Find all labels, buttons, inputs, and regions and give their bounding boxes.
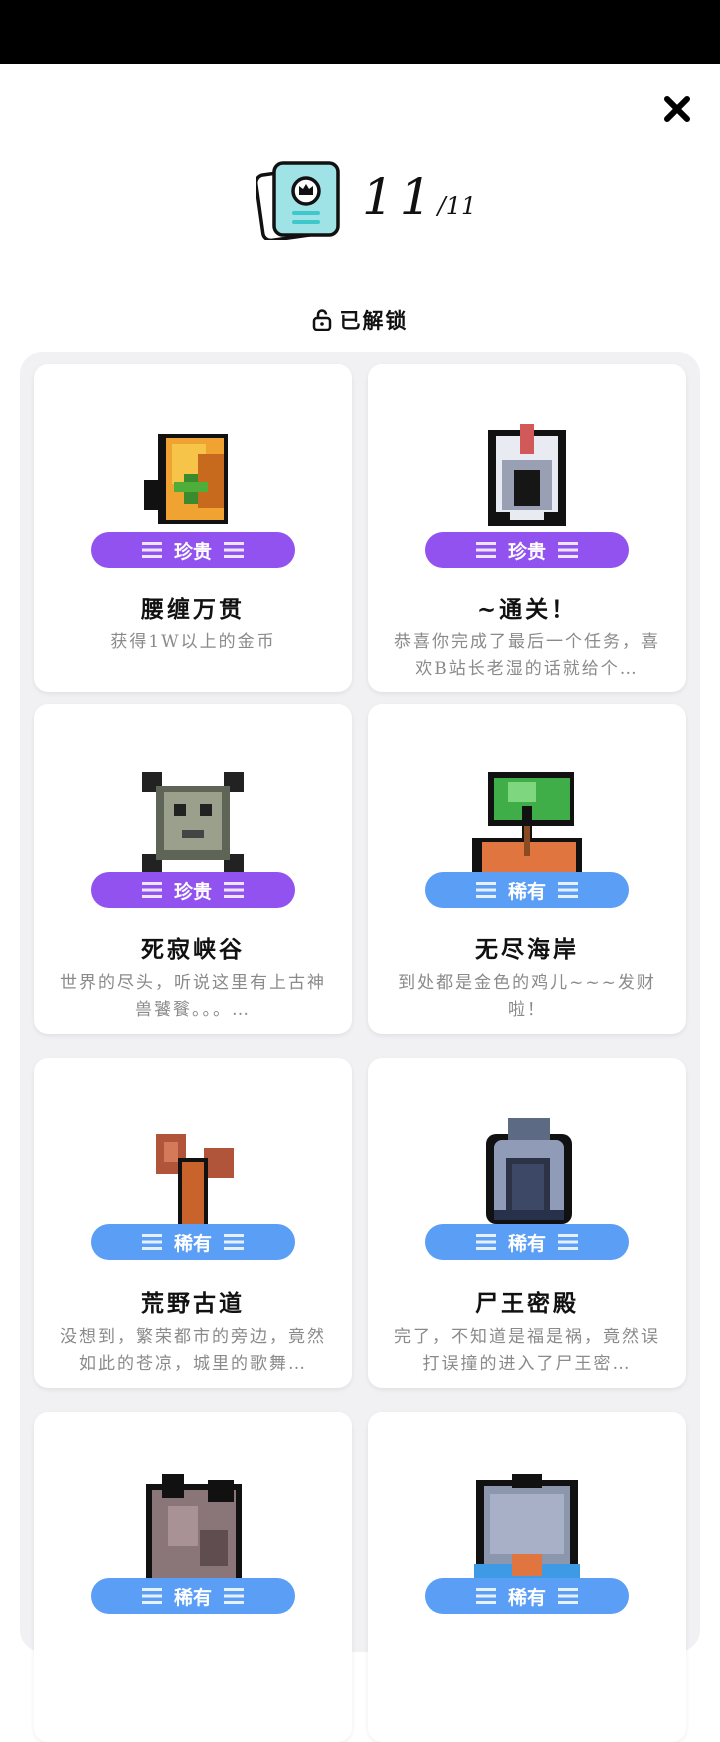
rarity-badge: 珍贵 [91, 532, 295, 568]
crossed-bones-icon [142, 772, 244, 874]
achievement-title: 无尽海岸 [475, 936, 579, 963]
total-count: /11 [437, 192, 477, 220]
achievement-card[interactable]: 珍贵 腰缠万贯 获得1W以上的金币 [34, 364, 352, 692]
rarity-badge: 稀有 [425, 1224, 629, 1260]
achievement-description: 世界的尽头，听说这里有上古神兽饕餮。。。… [60, 973, 326, 1020]
close-icon [664, 96, 690, 122]
unlocked-label: 已解锁 [339, 308, 409, 333]
status-bar [0, 0, 720, 64]
achievement-description: 恭喜你完成了最后一个任务，喜欢B站长老湿的话就给个… [394, 632, 660, 679]
achievement-title: 死寂峡谷 [141, 936, 245, 963]
rarity-badge: 珍贵 [425, 532, 629, 568]
achievement-card[interactable]: 稀有 无尽海岸 到处都是金色的鸡儿~~~发财啦！ [368, 704, 686, 1034]
unlocked-padlock-icon [312, 309, 331, 331]
rarity-badge: 稀有 [425, 1578, 629, 1614]
achievement-title: 荒野古道 [141, 1290, 245, 1317]
achievement-card[interactable]: 稀有 [368, 1412, 686, 1742]
achievement-card[interactable]: 珍贵 ~通关！ 恭喜你完成了最后一个任务，喜欢B站长老湿的话就给个… [368, 364, 686, 692]
rarity-badge: 稀有 [425, 872, 629, 908]
achievement-description: 获得1W以上的金币 [110, 632, 276, 652]
dead-tree-icon [156, 1134, 234, 1234]
unlocked-section-header: 已解锁 [0, 302, 720, 338]
achievement-title: 腰缠万贯 [141, 596, 245, 623]
achievement-description: 完了，不知道是福是祸，竟然误打误撞的进入了尸王密… [394, 1327, 660, 1374]
palm-island-icon [472, 772, 582, 874]
achievement-title: 尸王密殿 [475, 1290, 579, 1317]
rock-icon [146, 1474, 242, 1580]
achievement-description: 没想到，繁荣都市的旁边，竟然如此的苍凉，城里的歌舞… [60, 1327, 326, 1374]
rarity-badge: 珍贵 [91, 872, 295, 908]
close-button[interactable] [660, 92, 694, 126]
rarity-badge: 稀有 [91, 1224, 295, 1260]
collection-count: 11/11 [362, 168, 476, 226]
collection-card-icon [256, 161, 340, 240]
helmet-icon [488, 424, 566, 526]
achievement-card[interactable]: 稀有 [34, 1412, 352, 1742]
achievement-description: 到处都是金色的鸡儿~~~发财啦！ [398, 973, 656, 1020]
achievement-card[interactable]: 稀有 尸王密殿 完了，不知道是福是祸，竟然误打误撞的进入了尸王密… [368, 1058, 686, 1388]
unlocked-count: 11 [362, 168, 438, 226]
achievements-panel: 珍贵 腰缠万贯 获得1W以上的金币 珍贵 ~通关！ 恭喜你完成了最后一个任务，喜… [20, 352, 700, 1742]
achievement-title: ~通关！ [476, 596, 578, 623]
rarity-badge: 稀有 [91, 1578, 295, 1614]
achievement-card[interactable]: 珍贵 死寂峡谷 世界的尽头，听说这里有上古神兽饕餮。。。… [34, 704, 352, 1034]
achievement-card[interactable]: 稀有 荒野古道 没想到，繁荣都市的旁边，竟然如此的苍凉，城里的歌舞… [34, 1058, 352, 1388]
collection-header: 11/11 [0, 150, 720, 250]
stone-arch-icon [486, 1118, 572, 1224]
gold-coin-icon [144, 434, 228, 524]
castle-gate-icon [474, 1474, 580, 1580]
